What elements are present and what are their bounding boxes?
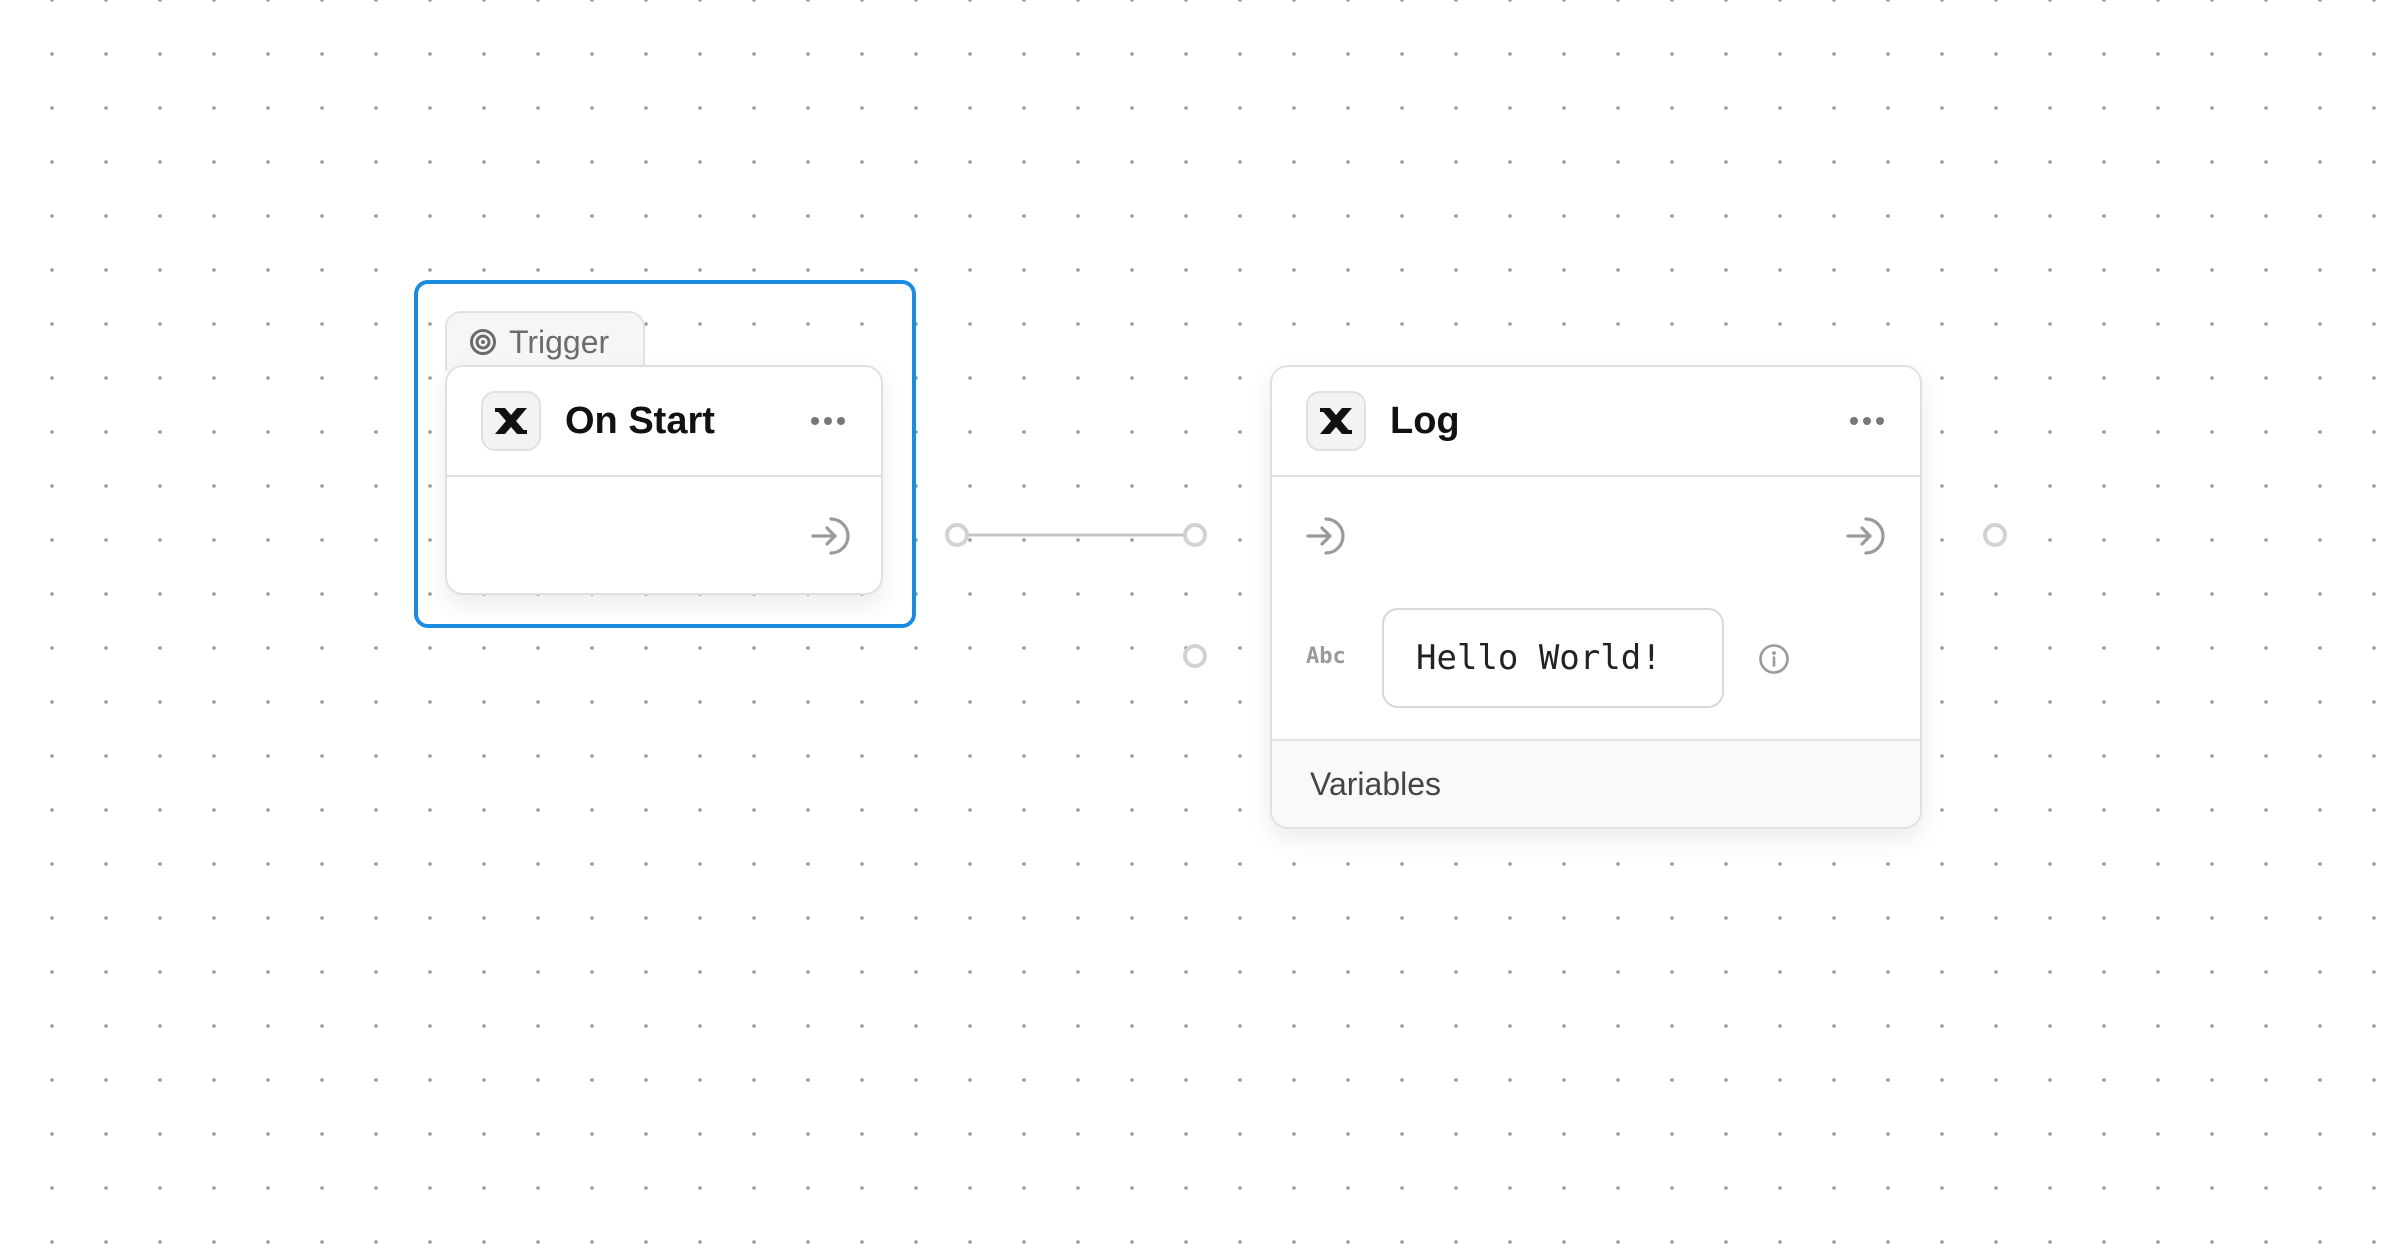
string-type-label: Abc	[1306, 644, 1346, 669]
node-header: On Start	[447, 367, 881, 477]
more-horizontal-icon[interactable]	[811, 417, 845, 425]
trigger-label: Trigger	[509, 324, 610, 360]
target-icon	[470, 329, 496, 355]
x-logo-icon	[1306, 391, 1366, 451]
workflow-canvas[interactable]: Trigger On Start Log Abc Hello World! Va…	[0, 0, 2400, 1260]
log-flow-input-port[interactable]	[1183, 523, 1207, 547]
flow-input-icon	[1306, 517, 1345, 555]
message-input[interactable]	[1382, 608, 1724, 708]
flow-output-icon	[811, 517, 850, 555]
more-horizontal-icon[interactable]	[1850, 417, 1884, 425]
trigger-badge: Trigger	[445, 311, 645, 371]
info-icon[interactable]	[1758, 643, 1790, 675]
x-logo-icon	[481, 391, 541, 451]
variables-section[interactable]: Variables	[1272, 739, 1920, 827]
node-title: Log	[1390, 400, 1460, 442]
flow-output-icon	[1846, 517, 1885, 555]
node-header: Log	[1272, 367, 1920, 477]
node-on-start[interactable]: On Start	[445, 365, 883, 595]
on-start-output-port[interactable]	[945, 523, 969, 547]
node-log[interactable]: Log Abc Variables	[1270, 365, 1922, 829]
log-output-port[interactable]	[1983, 523, 2007, 547]
variables-label: Variables	[1310, 765, 1442, 802]
edges-layer	[969, 533, 1183, 537]
log-message-input-port[interactable]	[1183, 644, 1207, 668]
node-title: On Start	[565, 400, 715, 442]
